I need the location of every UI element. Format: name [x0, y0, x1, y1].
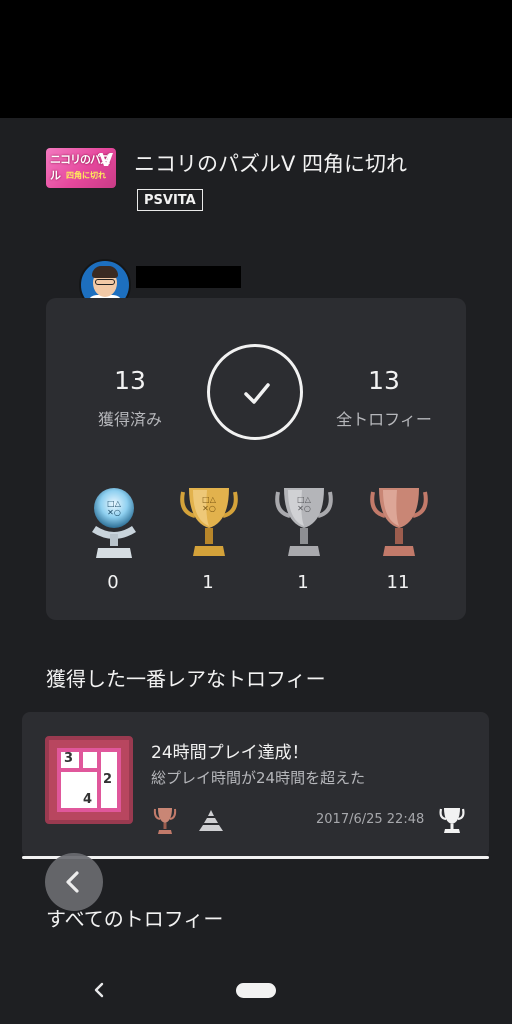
platinum-trophy-icon: □△ ✕○: [92, 488, 136, 558]
username-redacted: [136, 266, 241, 288]
gold-trophy-icon: □△ ✕○: [180, 488, 238, 556]
earned-count: 13: [114, 366, 146, 395]
chevron-left-icon: [66, 871, 79, 893]
trophy-description: 総プレイ時間が24時間を超えた: [151, 769, 366, 787]
puzzle-grid: 3 2 4: [57, 748, 121, 812]
game-icon-subtitle-text: 四角に切れ: [66, 171, 106, 180]
puzzle-number: 2: [103, 772, 113, 787]
grid-line: [117, 748, 121, 812]
check-icon: [244, 383, 270, 404]
game-title: ニコリのパズルV 四角に切れ: [134, 152, 408, 176]
trophy-icon: [439, 808, 465, 833]
avatar-glasses: [95, 279, 115, 285]
svg-text:□△: □△: [297, 495, 312, 504]
status-bar-area: [0, 0, 512, 118]
pyramid-icon: [199, 810, 223, 831]
trophy-earned-date: 2017/6/25 22:48: [316, 812, 425, 827]
bronze-count: 11: [386, 572, 410, 593]
platform-badge: PSVITA: [137, 189, 203, 211]
puzzle-number: 4: [83, 792, 93, 807]
bronze-grade-icon: [153, 808, 177, 834]
trophy-image: 3 2 4: [45, 736, 133, 824]
grid-line: [57, 808, 121, 812]
completion-ring: [207, 344, 303, 440]
gold-count: 1: [202, 572, 214, 593]
grid-line: [97, 748, 101, 812]
platinum-count: 0: [107, 572, 119, 593]
bronze-trophy-icon: [370, 488, 428, 556]
svg-text:✕○: ✕○: [297, 504, 311, 513]
total-count: 13: [368, 366, 400, 395]
silver-count: 1: [297, 572, 309, 593]
back-button[interactable]: [45, 853, 103, 911]
total-label: 全トロフィー: [336, 410, 432, 429]
svg-text:□△: □△: [202, 495, 217, 504]
grid-line: [79, 748, 83, 770]
nav-home-pill[interactable]: [236, 983, 276, 998]
svg-text:✕○: ✕○: [107, 508, 121, 517]
trophy-name: 24時間プレイ達成！: [151, 743, 309, 763]
game-icon-v-text: V: [99, 150, 113, 171]
silver-trophy-icon: □△ ✕○: [275, 488, 333, 556]
grid-line: [57, 768, 97, 772]
avatar-hair: [92, 266, 118, 278]
grid-line: [57, 748, 61, 812]
svg-text:□△: □△: [107, 499, 122, 508]
svg-text:✕○: ✕○: [202, 504, 216, 513]
puzzle-number: 3: [64, 751, 74, 766]
rarest-trophy-heading: 獲得した一番レアなトロフィー: [46, 667, 326, 691]
game-icon: ニコリのパズル 四角に切れ V: [46, 148, 116, 188]
earned-label: 獲得済み: [97, 410, 162, 429]
nav-back-button[interactable]: [88, 976, 110, 1004]
